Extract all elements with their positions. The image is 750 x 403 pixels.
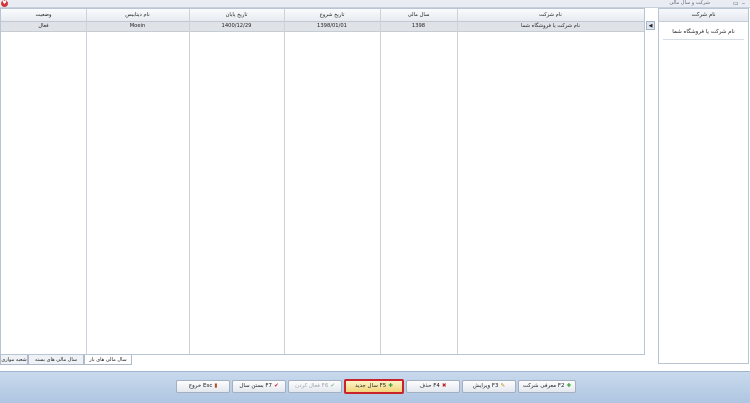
cell-fiscal-year: 1398 [411, 23, 426, 29]
close-year-button[interactable]: بستن سال F7 ✔ [232, 380, 286, 393]
exit-button[interactable]: خروج Esc ▮ [176, 380, 230, 393]
col-header-status[interactable]: وضعیت [1, 9, 86, 21]
set-company-label: معرفی شرکت F2 [522, 383, 565, 389]
delete-label: حذف F4 [419, 383, 440, 389]
new-year-button[interactable]: سال جدید F5 ✚ [344, 379, 404, 394]
new-year-label: سال جدید F5 [355, 383, 387, 389]
plus-icon: ✚ [566, 383, 572, 389]
edit-label: ویرایش F3 [472, 383, 499, 389]
bottom-toolbar: معرفی شرکت F2 ✚ ویرایش F3 ✎ حذف F4 ✖ سال جد… [0, 371, 750, 403]
edit-button[interactable]: ویرایش F3 ✎ [462, 380, 516, 393]
title-bar: ♥ شرکت و سال مالی ▭ – [0, 0, 750, 8]
cell-database: Moein [129, 23, 146, 29]
delete-button[interactable]: حذف F4 ✖ [406, 380, 460, 393]
cell-start-date: 1398/01/01 [317, 23, 347, 29]
pencil-icon: ✎ [500, 383, 506, 389]
window-title: شرکت و سال مالی [669, 0, 710, 6]
activate-label: فعال کردن F6 [295, 383, 329, 389]
column-divider [189, 9, 190, 354]
tab-parallel-branch[interactable]: شعبه موازی [0, 355, 28, 365]
col-header-fiscal-year[interactable]: سال مالی [380, 9, 457, 21]
company-panel-header: نام شرکت [659, 9, 748, 22]
grid-header: وضعیت نام دیتابیس تاریخ پایان تاریخ شروع… [1, 9, 644, 22]
plus-icon: ✚ [388, 383, 393, 389]
restore-icon[interactable]: ▭ [733, 0, 739, 7]
grid-tabs: سال مالی های باز سال مالی های بسته شعبه … [0, 355, 645, 366]
col-header-database[interactable]: نام دیتابیس [86, 9, 189, 21]
check-icon: ✔ [274, 383, 279, 389]
company-list-item[interactable]: نام شرکت یا فروشگاه شما [663, 26, 744, 40]
cell-end-date: 1400/12/29 [221, 23, 252, 29]
set-company-button[interactable]: معرفی شرکت F2 ✚ [518, 380, 576, 393]
check-icon: ✔ [330, 383, 335, 389]
column-divider [86, 9, 87, 354]
close-year-label: بستن سال F7 [239, 383, 273, 389]
cell-status: فعال [38, 23, 49, 29]
x-icon: ✖ [441, 383, 447, 389]
col-header-end-date[interactable]: تاریخ پایان [189, 9, 284, 21]
column-divider [457, 9, 458, 354]
app-logo-icon[interactable]: ♥ [1, 0, 8, 7]
column-divider [380, 9, 381, 354]
activate-button[interactable]: فعال کردن F6 ✔ [288, 380, 342, 393]
tab-closed-years[interactable]: سال مالی های بسته [28, 355, 84, 365]
cell-company: نام شرکت یا فروشگاه شما [521, 23, 580, 29]
company-panel: نام شرکت نام شرکت یا فروشگاه شما [658, 8, 749, 364]
column-divider [284, 9, 285, 354]
col-header-company[interactable]: نام شرکت [457, 9, 644, 21]
col-header-start-date[interactable]: تاریخ شروع [284, 9, 380, 21]
tab-open-years[interactable]: سال مالی های باز [84, 355, 132, 365]
row-pointer-icon: ◀ [646, 21, 655, 30]
exit-label: خروج Esc [188, 383, 213, 389]
fiscal-year-grid: وضعیت نام دیتابیس تاریخ پایان تاریخ شروع… [0, 8, 645, 355]
door-icon: ▮ [214, 383, 218, 389]
table-row[interactable]: فعال Moein 1400/12/29 1398/01/01 1398 نا… [1, 22, 644, 32]
close-icon[interactable]: – [742, 0, 745, 7]
